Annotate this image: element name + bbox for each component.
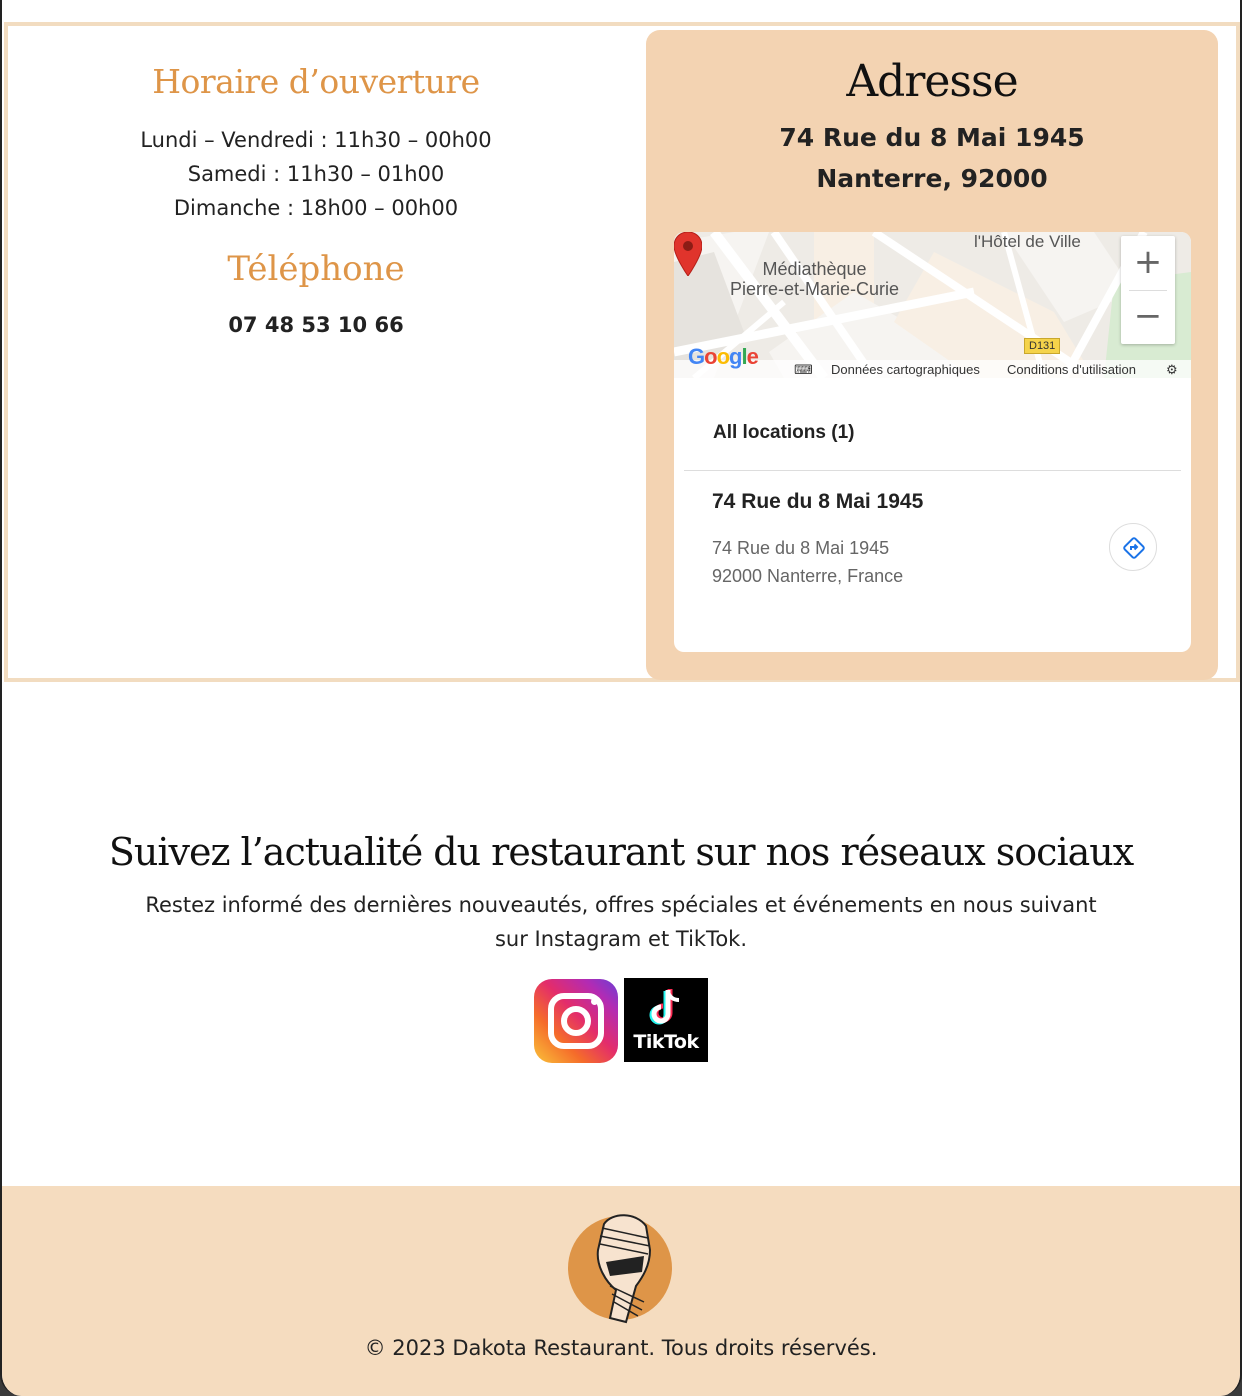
address-text: 74 Rue du 8 Mai 1945 Nanterre, 92000 bbox=[646, 117, 1218, 199]
hours-sunday: Dimanche : 18h00 – 00h00 bbox=[173, 196, 459, 220]
hours-title: Horaire d’ouverture bbox=[152, 62, 480, 101]
phone-number[interactable]: 07 48 53 10 66 bbox=[8, 313, 624, 337]
phone-title: Téléphone bbox=[227, 249, 405, 289]
social-text: Restez informé des dernières nouveautés,… bbox=[145, 893, 1097, 951]
map-label-line: Médiathèque bbox=[762, 259, 867, 279]
tiktok-label: TikTok bbox=[633, 1031, 699, 1053]
location-address: 74 Rue du 8 Mai 1945 92000 Nanterre, Fra… bbox=[712, 534, 903, 590]
tiktok-note-icon bbox=[649, 989, 680, 1025]
directions-icon bbox=[1123, 537, 1145, 559]
zoom-out-button[interactable]: − bbox=[1121, 290, 1175, 344]
map-widget: l'Hôtel de Ville Médiathèque Pierre-et-M… bbox=[674, 232, 1191, 652]
address-street: 74 Rue du 8 Mai 1945 bbox=[779, 123, 1085, 152]
map-label-mediatheque: Médiathèque Pierre-et-Marie-Curie bbox=[730, 259, 899, 299]
map-canvas[interactable]: l'Hôtel de Ville Médiathèque Pierre-et-M… bbox=[674, 232, 1191, 378]
route-badge: D131 bbox=[1024, 338, 1061, 354]
all-locations-header[interactable]: All locations (1) bbox=[713, 422, 854, 444]
hours-saturday: Samedi : 11h30 – 01h00 bbox=[187, 162, 445, 186]
address-panel: Adresse 74 Rue du 8 Mai 1945 Nanterre, 9… bbox=[646, 30, 1218, 680]
social-links: TikTok bbox=[534, 978, 714, 1064]
tiktok-icon[interactable]: TikTok bbox=[624, 978, 708, 1062]
page: Horaire d’ouverture Lundi – Vendredi : 1… bbox=[0, 0, 1242, 1396]
restaurant-logo-icon bbox=[568, 1214, 672, 1324]
info-section: Horaire d’ouverture Lundi – Vendredi : 1… bbox=[4, 22, 1240, 682]
map-label-hotel-de-ville: l'Hôtel de Ville bbox=[974, 232, 1081, 251]
hours-list: Lundi – Vendredi : 11h30 – 00h00 Samedi … bbox=[8, 123, 624, 225]
map-label-line: Pierre-et-Marie-Curie bbox=[730, 279, 900, 299]
hours-weekday: Lundi – Vendredi : 11h30 – 00h00 bbox=[140, 128, 492, 152]
location-address-line: 92000 Nanterre, France bbox=[712, 566, 904, 586]
map-pin-icon[interactable] bbox=[674, 232, 702, 276]
keyboard-icon[interactable]: ⌨ bbox=[794, 362, 813, 378]
location-address-line: 74 Rue du 8 Mai 1945 bbox=[712, 538, 890, 558]
report-bug-icon[interactable]: ⚙ bbox=[1166, 362, 1178, 378]
terms-link[interactable]: Conditions d'utilisation bbox=[1007, 362, 1136, 377]
hours-column: Horaire d’ouverture Lundi – Vendredi : 1… bbox=[8, 26, 624, 337]
social-section: Suivez l’actualité du restaurant sur nos… bbox=[2, 830, 1240, 1063]
social-title: Suivez l’actualité du restaurant sur nos… bbox=[108, 830, 1134, 874]
map-data-link[interactable]: Données cartographiques bbox=[831, 362, 980, 377]
zoom-in-button[interactable]: + bbox=[1121, 236, 1175, 290]
directions-button[interactable] bbox=[1109, 523, 1157, 571]
location-name[interactable]: 74 Rue du 8 Mai 1945 bbox=[712, 490, 923, 514]
footer: © 2023 Dakota Restaurant. Tous droits ré… bbox=[2, 1186, 1240, 1396]
address-title: Adresse bbox=[846, 56, 1018, 107]
google-logo: Google bbox=[688, 344, 759, 369]
divider bbox=[684, 470, 1181, 471]
copyright-text: © 2023 Dakota Restaurant. Tous droits ré… bbox=[364, 1336, 878, 1360]
zoom-control: + − bbox=[1121, 236, 1175, 344]
instagram-icon[interactable] bbox=[534, 979, 618, 1063]
address-city: Nanterre, 92000 bbox=[816, 164, 1048, 193]
